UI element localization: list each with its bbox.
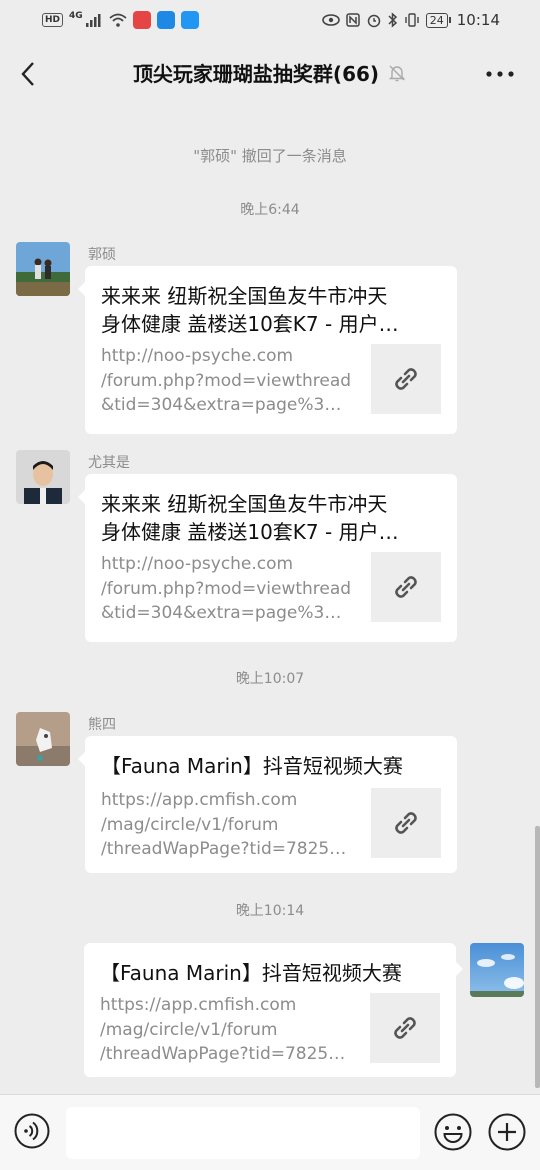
link-url-line: /threadWapPage?tid=78256… bbox=[101, 839, 353, 859]
link-card-title: 来来来 纽斯祝全国鱼友牛市冲天 身体健康 盖楼送10套K7 - 用户… bbox=[101, 490, 441, 546]
battery-indicator: 24 bbox=[425, 12, 451, 28]
link-card-title-line: 身体健康 盖楼送10套K7 - 用户… bbox=[101, 520, 399, 544]
link-card-body: https://app.cmfish.com /mag/circle/v1/fo… bbox=[100, 993, 440, 1067]
avatar[interactable] bbox=[16, 450, 70, 504]
input-bar bbox=[0, 1094, 540, 1170]
signal-icon bbox=[85, 14, 101, 27]
link-card-title: 【Fauna Marin】抖音短视频大赛 bbox=[101, 754, 403, 778]
link-url-line: http://noo-psyche.com bbox=[101, 346, 294, 366]
avatar-image bbox=[16, 712, 70, 766]
bluetooth-icon bbox=[388, 12, 397, 28]
voice-input-button[interactable] bbox=[14, 1113, 50, 1149]
status-bar: HD 4G 24 10:14 bbox=[0, 0, 540, 40]
my-avatar[interactable] bbox=[470, 943, 524, 997]
scrollbar[interactable] bbox=[535, 826, 540, 1088]
sender-name: 熊四 bbox=[88, 717, 116, 733]
status-right: 24 10:14 bbox=[321, 11, 500, 29]
chat-header: 顶尖玩家珊瑚盐抽奖群(66) bbox=[0, 40, 540, 108]
notification-app-icon-2 bbox=[156, 11, 175, 29]
chevron-left-icon bbox=[21, 62, 34, 86]
link-card-body: https://app.cmfish.com /mag/circle/v1/fo… bbox=[101, 788, 441, 862]
link-thumbnail bbox=[371, 552, 441, 622]
chat-title-wrap: 顶尖玩家珊瑚盐抽奖群(66) bbox=[100, 58, 440, 87]
recall-notice: "郭硕" 撤回了一条消息 bbox=[193, 147, 347, 165]
link-url-line: &tid=304&extra=page%3D1… bbox=[101, 603, 353, 623]
avatar[interactable] bbox=[16, 712, 70, 766]
plus-circle-icon bbox=[488, 1113, 526, 1151]
sender-name: 尤其是 bbox=[88, 455, 130, 471]
bubble-tail bbox=[78, 490, 85, 504]
link-url-line: /mag/circle/v1/forum bbox=[100, 1019, 278, 1040]
link-card[interactable]: 来来来 纽斯祝全国鱼友牛市冲天 身体健康 盖楼送10套K7 - 用户… http… bbox=[85, 266, 457, 434]
link-url-line: https://app.cmfish.com bbox=[101, 790, 298, 810]
notification-app-icon-1 bbox=[132, 11, 151, 29]
back-button[interactable] bbox=[14, 58, 42, 90]
link-card-url: https://app.cmfish.com /mag/circle/v1/fo… bbox=[101, 788, 363, 862]
link-card-title-line: 来来来 纽斯祝全国鱼友牛市冲天 bbox=[101, 492, 388, 516]
bubble-tail bbox=[456, 962, 463, 976]
link-url-line: /mag/circle/v1/forum bbox=[101, 814, 279, 835]
link-card-title: 来来来 纽斯祝全国鱼友牛市冲天 身体健康 盖楼送10套K7 - 用户… bbox=[101, 282, 441, 338]
link-url-line: http://noo-psyche.com bbox=[101, 554, 294, 574]
wifi-icon bbox=[109, 13, 127, 27]
more-functions-button[interactable] bbox=[488, 1113, 526, 1151]
link-icon bbox=[395, 576, 417, 598]
eye-icon bbox=[321, 14, 340, 26]
more-options-button[interactable] bbox=[484, 64, 516, 84]
status-time: 10:14 bbox=[456, 11, 500, 29]
link-icon bbox=[395, 812, 417, 834]
link-thumbnail bbox=[370, 993, 440, 1063]
avatar-image bbox=[16, 450, 70, 504]
link-card-title-line: 来来来 纽斯祝全国鱼友牛市冲天 bbox=[101, 284, 388, 308]
timestamp: 晚上6:44 bbox=[240, 202, 300, 218]
link-card-body: http://noo-psyche.com /forum.php?mod=vie… bbox=[101, 552, 441, 626]
emoji-button[interactable] bbox=[434, 1113, 472, 1151]
mute-bell-icon bbox=[388, 65, 406, 81]
link-card-title: 【Fauna Marin】抖音短视频大赛 bbox=[100, 961, 402, 985]
nfc-icon bbox=[346, 13, 360, 27]
emoji-icon bbox=[434, 1113, 472, 1151]
link-thumbnail bbox=[371, 344, 441, 414]
message-input[interactable] bbox=[66, 1107, 420, 1159]
hd-badge: HD bbox=[42, 13, 64, 27]
battery-tip bbox=[448, 17, 451, 23]
link-icon bbox=[394, 1017, 416, 1039]
link-url-line: &tid=304&extra=page%3D1… bbox=[101, 395, 353, 415]
link-thumbnail bbox=[371, 788, 441, 858]
link-card[interactable]: 【Fauna Marin】抖音短视频大赛 https://app.cmfish.… bbox=[85, 736, 457, 873]
link-card-title-line: 身体健康 盖楼送10套K7 - 用户… bbox=[101, 312, 399, 336]
link-card-url: http://noo-psyche.com /forum.php?mod=vie… bbox=[101, 552, 363, 626]
notification-app-icon-3 bbox=[180, 11, 199, 29]
timestamp: 晚上10:07 bbox=[235, 671, 305, 687]
link-card[interactable]: 来来来 纽斯祝全国鱼友牛市冲天 身体健康 盖楼送10套K7 - 用户… http… bbox=[85, 474, 457, 642]
link-card-body: http://noo-psyche.com /forum.php?mod=vie… bbox=[101, 344, 441, 418]
status-left: HD 4G bbox=[42, 11, 199, 29]
link-card-url: http://noo-psyche.com /forum.php?mod=vie… bbox=[101, 344, 363, 418]
link-url-line: https://app.cmfish.com bbox=[100, 995, 297, 1015]
bubble-tail bbox=[78, 282, 85, 296]
link-url-line: /forum.php?mod=viewthread bbox=[101, 370, 352, 391]
alarm-icon bbox=[367, 14, 381, 28]
voice-icon bbox=[14, 1113, 50, 1149]
link-card-url: https://app.cmfish.com /mag/circle/v1/fo… bbox=[100, 993, 362, 1067]
avatar[interactable] bbox=[16, 242, 70, 296]
link-card[interactable]: 【Fauna Marin】抖音短视频大赛 https://app.cmfish.… bbox=[84, 943, 456, 1077]
timestamp: 晚上10:14 bbox=[235, 903, 305, 919]
chat-title: 顶尖玩家珊瑚盐抽奖群(66) bbox=[132, 62, 380, 86]
sender-name: 郭硕 bbox=[88, 247, 116, 263]
vibrate-icon bbox=[405, 13, 419, 27]
battery-level: 24 bbox=[425, 12, 448, 28]
link-url-line: /threadWapPage?tid=78256… bbox=[100, 1044, 352, 1064]
avatar-image bbox=[470, 943, 524, 997]
link-url-line: /forum.php?mod=viewthread bbox=[101, 578, 352, 599]
more-dots-icon bbox=[486, 71, 514, 77]
link-icon bbox=[395, 368, 417, 390]
bubble-tail bbox=[78, 752, 85, 766]
avatar-image bbox=[16, 242, 70, 296]
network-type: 4G bbox=[69, 11, 83, 21]
